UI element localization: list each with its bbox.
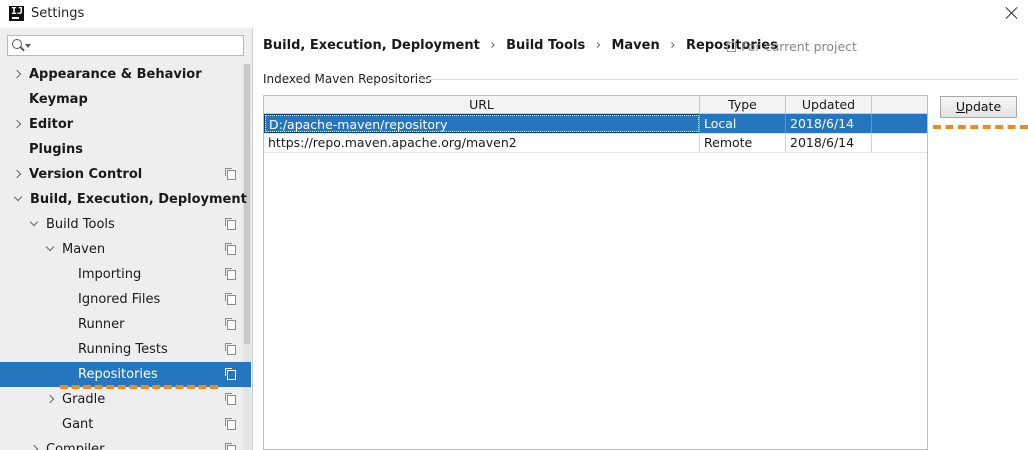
sidebar-item-label: Repositories <box>78 367 158 382</box>
table-cell-updated[interactable]: 2018/6/14 <box>786 114 872 133</box>
chevron-right-icon[interactable] <box>29 444 39 450</box>
sidebar-item[interactable]: Repositories <box>0 362 251 387</box>
section-divider <box>419 79 1018 80</box>
search-dropdown-icon[interactable] <box>25 44 31 48</box>
sidebar-item[interactable]: Gradle <box>0 387 243 412</box>
column-header-type[interactable]: Type <box>700 96 786 114</box>
chevron-down-icon[interactable] <box>45 242 55 252</box>
breadcrumb-separator: › <box>670 38 676 53</box>
update-label: pdate <box>965 99 1002 114</box>
table-cell-type[interactable]: Remote <box>700 133 786 152</box>
table-cell-url[interactable]: D:/apache-maven/repository <box>264 114 700 133</box>
project-scope-icon <box>225 343 236 355</box>
sidebar-item-label: Editor <box>29 117 74 132</box>
project-scope-icon <box>727 42 736 52</box>
annotation-dash-repositories <box>60 385 218 389</box>
table-cell-filler[interactable] <box>872 114 927 133</box>
sidebar-item-label: Plugins <box>29 142 83 157</box>
sidebar-item[interactable]: Editor <box>0 112 243 137</box>
breadcrumb-item[interactable]: Maven <box>611 38 659 53</box>
sidebar-item-label: Runner <box>78 317 125 332</box>
sidebar-item[interactable]: Keymap <box>0 87 243 112</box>
project-scope-icon <box>225 368 236 380</box>
sidebar-item[interactable]: Version Control <box>0 162 243 187</box>
section-label: Indexed Maven Repositories <box>263 72 432 86</box>
sidebar-item[interactable]: Build Tools <box>0 212 243 237</box>
update-button[interactable]: Update <box>940 96 1017 118</box>
chevron-down-icon[interactable] <box>29 217 39 227</box>
breadcrumb: Build, Execution, Deployment › Build Too… <box>263 38 784 56</box>
sidebar-item[interactable]: Appearance & Behavior <box>0 62 243 87</box>
chevron-down-icon[interactable] <box>13 192 23 202</box>
intellij-icon: IJ <box>9 6 24 21</box>
title-bar: IJ Settings <box>0 0 1028 28</box>
sidebar-item[interactable]: Maven <box>0 237 243 262</box>
project-scope-icon <box>225 443 236 450</box>
row-divider <box>264 152 927 153</box>
settings-content: Build, Execution, Deployment › Build Too… <box>253 28 1028 450</box>
sidebar-item[interactable]: Compiler <box>0 437 243 450</box>
chevron-right-icon[interactable] <box>45 394 55 404</box>
repositories-table[interactable]: URL Type Updated D:/apache-maven/reposit… <box>263 95 928 450</box>
for-current-project: For current project <box>727 39 857 54</box>
sidebar-item[interactable]: Plugins <box>0 137 243 162</box>
project-scope-icon <box>225 243 236 255</box>
sidebar-item-label: Maven <box>62 242 106 257</box>
column-header-url[interactable]: URL <box>264 96 700 114</box>
table-cell-filler[interactable] <box>872 133 927 152</box>
breadcrumb-item[interactable]: Build, Execution, Deployment <box>263 38 480 53</box>
column-header-filler <box>872 96 927 114</box>
sidebar-item[interactable]: Importing <box>0 262 243 287</box>
sidebar-item-label: Keymap <box>29 92 88 107</box>
sidebar-item-label: Importing <box>78 267 142 282</box>
annotation-dash-update <box>933 125 1028 129</box>
sidebar-item-label: Appearance & Behavior <box>29 67 202 82</box>
sidebar-item-label: Build, Execution, Deployment <box>30 192 247 207</box>
project-scope-icon <box>225 218 236 230</box>
project-scope-icon <box>225 393 236 405</box>
sidebar-item[interactable]: Build, Execution, Deployment <box>0 187 247 212</box>
chevron-right-icon[interactable] <box>12 119 22 129</box>
breadcrumb-separator: › <box>595 38 601 53</box>
sidebar-item-label: Ignored Files <box>78 292 161 307</box>
for-current-project-label: For current project <box>741 39 857 54</box>
project-scope-icon <box>225 293 236 305</box>
project-scope-icon <box>225 168 236 180</box>
chevron-right-icon[interactable] <box>12 69 22 79</box>
sidebar-item[interactable]: Gant <box>0 412 243 437</box>
sidebar-item[interactable]: Running Tests <box>0 337 243 362</box>
project-scope-icon <box>225 418 236 430</box>
sidebar-item-label: Version Control <box>29 167 143 182</box>
chevron-right-icon[interactable] <box>12 169 22 179</box>
close-icon[interactable] <box>1003 4 1021 22</box>
sidebar-item-label: Build Tools <box>46 217 115 232</box>
search-input[interactable] <box>7 35 244 56</box>
window-title: Settings <box>31 6 85 21</box>
update-mnemonic: U <box>955 99 966 114</box>
project-scope-icon <box>225 268 236 280</box>
sidebar-item[interactable]: Ignored Files <box>0 287 243 312</box>
table-cell-type[interactable]: Local <box>700 114 786 133</box>
table-cell-url[interactable]: https://repo.maven.apache.org/maven2 <box>264 133 700 152</box>
sidebar-item-label: Gant <box>62 417 94 432</box>
table-cell-updated[interactable]: 2018/6/14 <box>786 133 872 152</box>
sidebar-item[interactable]: Runner <box>0 312 243 337</box>
breadcrumb-item[interactable]: Build Tools <box>506 38 585 53</box>
column-header-updated[interactable]: Updated <box>786 96 872 114</box>
search-icon <box>12 39 22 49</box>
breadcrumb-separator: › <box>490 38 496 53</box>
sidebar-item-label: Compiler <box>46 442 105 450</box>
table-row[interactable]: https://repo.maven.apache.org/maven2 Remo… <box>264 133 927 152</box>
sidebar-item-label: Running Tests <box>78 342 168 357</box>
sidebar-item-label: Gradle <box>62 392 106 407</box>
table-row[interactable]: D:/apache-maven/repository Local 2018/6/14 <box>264 114 927 133</box>
project-scope-icon <box>225 318 236 330</box>
